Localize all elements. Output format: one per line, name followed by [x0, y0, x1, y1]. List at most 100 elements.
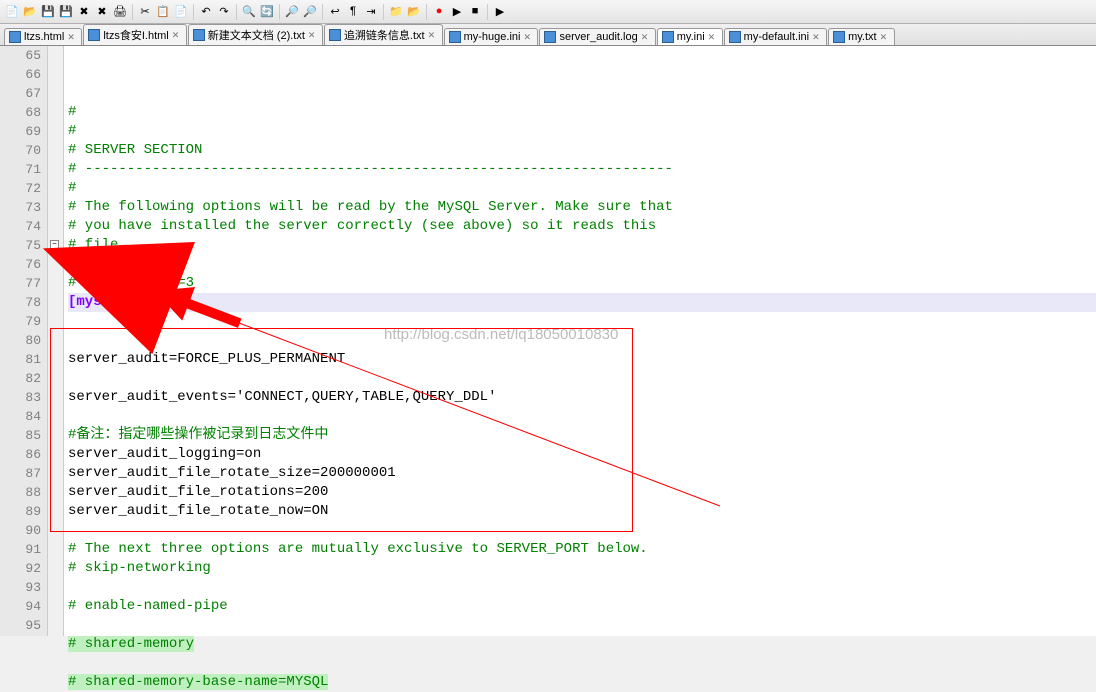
- wrap-icon[interactable]: ↩: [327, 4, 343, 20]
- fold-icon[interactable]: 📁: [388, 4, 404, 20]
- macro-stop-icon[interactable]: ■: [467, 4, 483, 20]
- code-line[interactable]: server_audit_file_rotations=200: [68, 484, 328, 500]
- unfold-icon[interactable]: 📂: [406, 4, 422, 20]
- code-line[interactable]: server_audit_file_rotate_now=ON: [68, 503, 328, 519]
- print-icon[interactable]: 🖨: [112, 4, 128, 20]
- code-line[interactable]: # shared-memory: [68, 636, 194, 652]
- tab-close-icon[interactable]: ✕: [880, 32, 890, 42]
- tab-my-txt[interactable]: my.txt✕: [828, 28, 895, 45]
- tab-my-huge-ini[interactable]: my-huge.ini✕: [444, 28, 539, 45]
- tab-my-ini[interactable]: my.ini✕: [657, 28, 723, 45]
- close-icon[interactable]: ✖: [76, 4, 92, 20]
- code-line[interactable]: # file.: [68, 237, 127, 253]
- code-line[interactable]: #: [68, 256, 76, 272]
- find-icon[interactable]: 🔍: [241, 4, 257, 20]
- code-line[interactable]: # server_type=3: [68, 275, 194, 291]
- tab-label: 新建文本文档 (2).txt: [208, 27, 305, 43]
- line-number: 95: [0, 616, 41, 635]
- tab-label: server_audit.log: [559, 31, 637, 43]
- tab-server-audit-log[interactable]: server_audit.log ✕: [539, 28, 655, 45]
- line-number: 68: [0, 103, 41, 122]
- save-icon[interactable]: 💾: [40, 4, 56, 20]
- line-number: 89: [0, 502, 41, 521]
- code-line[interactable]: # --------------------------------------…: [68, 161, 673, 177]
- line-number: 82: [0, 369, 41, 388]
- line-number: 75: [0, 236, 41, 255]
- line-number: 88: [0, 483, 41, 502]
- code-line[interactable]: # SERVER SECTION: [68, 142, 202, 158]
- code-line[interactable]: # you have installed the server correctl…: [68, 218, 656, 234]
- macro-play-icon[interactable]: ▶: [449, 4, 465, 20]
- close-all-icon[interactable]: ✖: [94, 4, 110, 20]
- code-line[interactable]: #: [68, 104, 76, 120]
- zoom-in-icon[interactable]: 🔎: [284, 4, 300, 20]
- tab---------2--txt[interactable]: 新建文本文档 (2).txt✕: [188, 24, 323, 45]
- code-line[interactable]: #: [68, 180, 76, 196]
- line-number: 90: [0, 521, 41, 540]
- line-number: 71: [0, 160, 41, 179]
- tab-label: my-huge.ini: [464, 31, 521, 43]
- cut-icon[interactable]: ✂: [137, 4, 153, 20]
- new-icon[interactable]: 📄: [4, 4, 20, 20]
- code-line[interactable]: #: [68, 123, 76, 139]
- replace-icon[interactable]: 🔄: [259, 4, 275, 20]
- code-line[interactable]: #备注：指定哪些操作被记录到日志文件中: [68, 427, 328, 443]
- tab-label: ltzs食安I.html: [103, 27, 168, 43]
- separator: [383, 4, 384, 20]
- code-line[interactable]: [mysqld]: [68, 294, 135, 310]
- code-content[interactable]: http://blog.csdn.net/lq18050010830 ### S…: [64, 46, 1096, 636]
- tab-label: 追溯链条信息.txt: [344, 27, 425, 43]
- showall-icon[interactable]: ¶: [345, 4, 361, 20]
- separator: [322, 4, 323, 20]
- file-icon: [9, 31, 21, 43]
- code-line[interactable]: # skip-networking: [68, 560, 211, 576]
- tab-close-icon[interactable]: ✕: [523, 32, 533, 42]
- tab-close-icon[interactable]: ✕: [428, 30, 438, 40]
- copy-icon[interactable]: 📋: [155, 4, 171, 20]
- undo-icon[interactable]: ↶: [198, 4, 214, 20]
- line-number: 87: [0, 464, 41, 483]
- separator: [487, 4, 488, 20]
- macro-record-icon[interactable]: ●: [431, 4, 447, 20]
- tab-label: my-default.ini: [744, 31, 809, 43]
- line-number: 72: [0, 179, 41, 198]
- indent-icon[interactable]: ⇥: [363, 4, 379, 20]
- code-line[interactable]: server_audit_file_rotate_size=200000001: [68, 465, 396, 481]
- line-number: 80: [0, 331, 41, 350]
- code-line[interactable]: # shared-memory-base-name=MYSQL: [68, 674, 328, 690]
- main-toolbar: 📄 📂 💾 💾 ✖ ✖ 🖨 ✂ 📋 📄 ↶ ↷ 🔍 🔄 🔎 🔎 ↩ ¶ ⇥ 📁 …: [0, 0, 1096, 24]
- line-number: 74: [0, 217, 41, 236]
- paste-icon[interactable]: 📄: [173, 4, 189, 20]
- tab-close-icon[interactable]: ✕: [812, 32, 822, 42]
- file-icon: [544, 31, 556, 43]
- tab-my-default-ini[interactable]: my-default.ini✕: [724, 28, 827, 45]
- run-icon[interactable]: ▶: [492, 4, 508, 20]
- code-line[interactable]: server_audit_events='CONNECT,QUERY,TABLE…: [68, 389, 496, 405]
- fold-toggle-icon[interactable]: −: [50, 240, 59, 249]
- line-number: 92: [0, 559, 41, 578]
- save-all-icon[interactable]: 💾: [58, 4, 74, 20]
- separator: [426, 4, 427, 20]
- tab-ltzs-html[interactable]: ltzs.html✕: [4, 28, 82, 45]
- line-number: 86: [0, 445, 41, 464]
- file-icon: [193, 29, 205, 41]
- tab-ltzs--I-html[interactable]: ltzs食安I.html ✕: [83, 24, 186, 45]
- tab-close-icon[interactable]: ✕: [172, 30, 182, 40]
- tab-close-icon[interactable]: ✕: [308, 30, 318, 40]
- code-line[interactable]: server_audit_logging=on: [68, 446, 261, 462]
- tab-close-icon[interactable]: ✕: [708, 32, 718, 42]
- line-number: 81: [0, 350, 41, 369]
- code-line[interactable]: # The following options will be read by …: [68, 199, 673, 215]
- code-line[interactable]: server_audit=FORCE_PLUS_PERMANENT: [68, 351, 345, 367]
- tab--------txt[interactable]: 追溯链条信息.txt✕: [324, 24, 443, 45]
- separator: [132, 4, 133, 20]
- redo-icon[interactable]: ↷: [216, 4, 232, 20]
- code-line[interactable]: # enable-named-pipe: [68, 598, 228, 614]
- code-line[interactable]: # The next three options are mutually ex…: [68, 541, 648, 557]
- tab-close-icon[interactable]: ✕: [67, 32, 77, 42]
- line-number: 93: [0, 578, 41, 597]
- zoom-out-icon[interactable]: 🔎: [302, 4, 318, 20]
- tab-close-icon[interactable]: ✕: [641, 32, 651, 42]
- open-icon[interactable]: 📂: [22, 4, 38, 20]
- file-icon: [729, 31, 741, 43]
